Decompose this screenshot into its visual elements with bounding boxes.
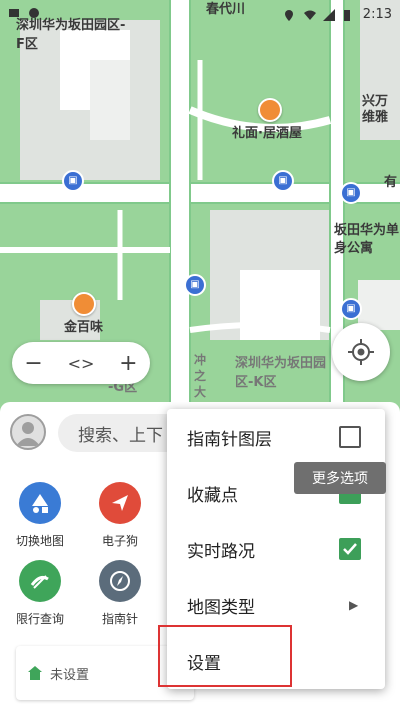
traffic-checkbox[interactable] (339, 538, 361, 560)
settings-highlight-box (158, 625, 292, 687)
bus-stop-icon[interactable]: ▣ (62, 170, 84, 192)
menu-item-compass-layer[interactable]: 指南针图层 (167, 409, 385, 465)
avatar[interactable] (10, 414, 46, 450)
menu-item-label: 地图类型 (187, 597, 255, 618)
user-icon (16, 422, 40, 446)
radar-icon (99, 482, 141, 524)
location-icon (28, 7, 40, 19)
restaurant-poi-icon[interactable] (258, 98, 282, 122)
map-label-single-apartment: 坂田华为单身公寓 (334, 223, 400, 256)
bus-stop-icon[interactable]: ▣ (340, 182, 362, 204)
menu-item-traffic[interactable]: 实时路况 (167, 521, 385, 577)
notification-icon (8, 7, 20, 19)
status-time: 2:13 (362, 7, 392, 22)
compass-layer-checkbox[interactable] (339, 426, 361, 448)
zoom-out-button[interactable]: − (24, 351, 42, 376)
wifi-icon (303, 9, 316, 21)
compass-icon (99, 560, 141, 602)
grid-item-compass[interactable]: 指南针 (80, 560, 160, 627)
zoom-controls: − <> + (12, 342, 150, 384)
home-label: 未设置 (50, 667, 90, 683)
bus-stop-icon[interactable]: ▣ (272, 170, 294, 192)
bus-stop-icon[interactable]: ▣ (184, 274, 206, 296)
menu-item-label: 实时路况 (187, 541, 255, 562)
pan-button[interactable]: <> (68, 354, 95, 373)
map-label-right-top: 兴万 维雅 (362, 94, 389, 125)
menu-item-label: 指南针图层 (187, 429, 272, 450)
menu-item-label: 收藏点 (187, 485, 238, 506)
grid-item-restriction[interactable]: 限行查询 (0, 560, 80, 627)
locate-button[interactable] (332, 323, 390, 381)
location-icon (283, 9, 295, 21)
grid-label: 限行查询 (15, 612, 64, 626)
submenu-arrow-icon: ▶ (349, 598, 359, 612)
restaurant-poi-icon[interactable] (72, 292, 96, 316)
map-label-k-zone: 深圳华为坂田园区-K区 (235, 356, 327, 390)
switch-map-icon (19, 482, 61, 524)
more-options-tooltip: 更多选项 (294, 462, 386, 494)
grid-item-radar[interactable]: 电子狗 (80, 482, 160, 549)
search-placeholder: 搜索、上下 (78, 425, 163, 446)
signal-icon (322, 8, 335, 21)
grid-label: 指南针 (101, 612, 138, 626)
map-label-jinbaiwei: 金百味 (64, 320, 104, 335)
crosshair-icon (348, 339, 374, 365)
home-icon (28, 666, 42, 680)
map-label-road: 冲之大 (194, 353, 207, 399)
grid-label: 电子狗 (101, 534, 138, 548)
map-label-you: 有 (384, 175, 398, 190)
battery-icon (343, 9, 355, 21)
restriction-icon (19, 560, 61, 602)
bus-stop-icon[interactable]: ▣ (340, 298, 362, 320)
grid-item-switch-map[interactable]: 切换地图 (0, 482, 80, 549)
map-label-liyuan: 礼面·居酒屋 (232, 126, 302, 141)
grid-label: 切换地图 (15, 534, 64, 548)
status-bar: 2:13 (0, 0, 400, 32)
zoom-in-button[interactable]: + (119, 351, 137, 376)
